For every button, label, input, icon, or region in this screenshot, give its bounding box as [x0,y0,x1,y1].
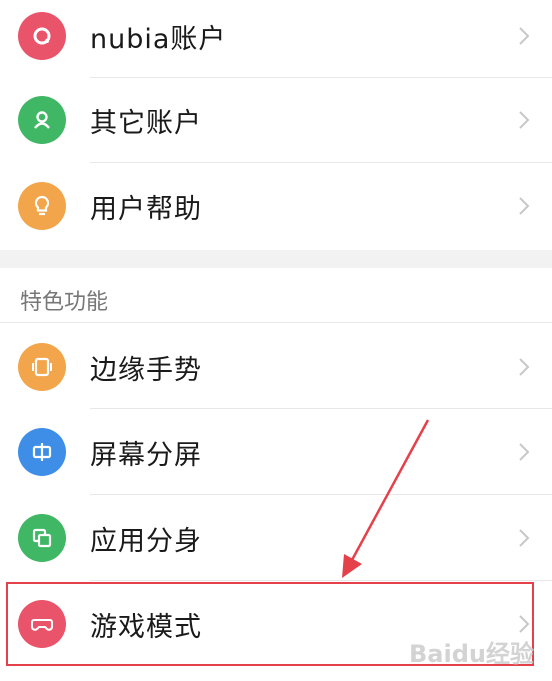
watermark: Baidu经验 [409,640,534,668]
annotation-arrow [342,419,430,578]
